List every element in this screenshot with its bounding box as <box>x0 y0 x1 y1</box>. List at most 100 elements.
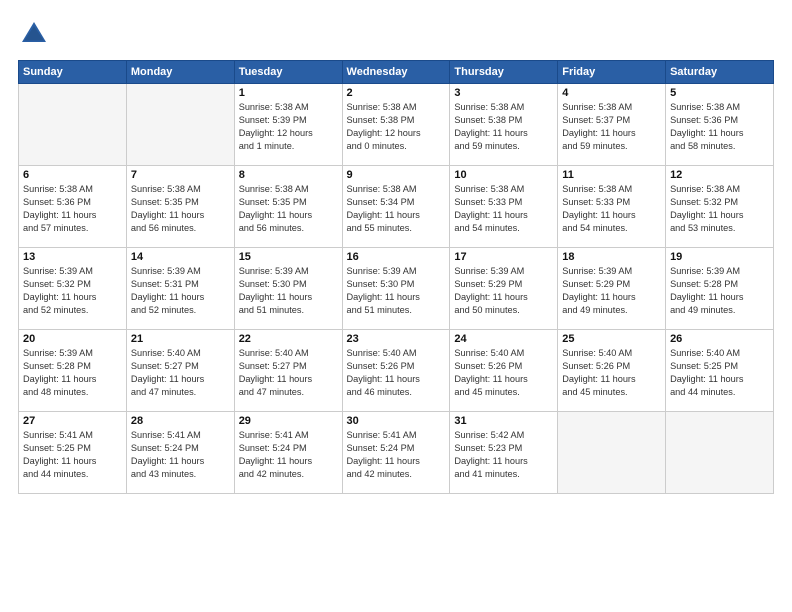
day-number: 24 <box>454 333 553 345</box>
day-info: Sunrise: 5:41 AMSunset: 5:24 PMDaylight:… <box>239 429 338 481</box>
day-info: Sunrise: 5:40 AMSunset: 5:27 PMDaylight:… <box>239 347 338 399</box>
calendar-cell: 12 Sunrise: 5:38 AMSunset: 5:32 PMDayligh… <box>666 166 774 248</box>
day-number: 3 <box>454 87 553 99</box>
day-info: Sunrise: 5:39 AMSunset: 5:29 PMDaylight:… <box>454 265 553 317</box>
calendar-cell: 8 Sunrise: 5:38 AMSunset: 5:35 PMDaylight… <box>234 166 342 248</box>
day-number: 12 <box>670 169 769 181</box>
day-number: 6 <box>23 169 122 181</box>
day-info: Sunrise: 5:38 AMSunset: 5:34 PMDaylight:… <box>347 183 446 235</box>
day-info: Sunrise: 5:39 AMSunset: 5:32 PMDaylight:… <box>23 265 122 317</box>
header <box>18 18 774 50</box>
day-info: Sunrise: 5:40 AMSunset: 5:26 PMDaylight:… <box>562 347 661 399</box>
calendar-cell: 11 Sunrise: 5:38 AMSunset: 5:33 PMDayligh… <box>558 166 666 248</box>
calendar-cell <box>558 412 666 494</box>
day-number: 4 <box>562 87 661 99</box>
day-info: Sunrise: 5:39 AMSunset: 5:30 PMDaylight:… <box>239 265 338 317</box>
calendar-cell: 9Sunrise: 5:38 AMSunset: 5:34 PMDaylight… <box>342 166 450 248</box>
day-info: Sunrise: 5:38 AMSunset: 5:33 PMDaylight:… <box>562 183 661 235</box>
day-info: Sunrise: 5:38 AMSunset: 5:36 PMDaylight:… <box>23 183 122 235</box>
calendar-cell: 17 Sunrise: 5:39 AMSunset: 5:29 PMDayligh… <box>450 248 558 330</box>
weekday-header-saturday: Saturday <box>666 61 774 84</box>
day-number: 18 <box>562 251 661 263</box>
weekday-header-friday: Friday <box>558 61 666 84</box>
day-info: Sunrise: 5:38 AMSunset: 5:32 PMDaylight:… <box>670 183 769 235</box>
calendar-cell: 5 Sunrise: 5:38 AMSunset: 5:36 PMDaylight… <box>666 84 774 166</box>
day-info: Sunrise: 5:42 AMSunset: 5:23 PMDaylight:… <box>454 429 553 481</box>
day-info: Sunrise: 5:40 AMSunset: 5:26 PMDaylight:… <box>454 347 553 399</box>
day-number: 23 <box>347 333 446 345</box>
calendar-cell: 4 Sunrise: 5:38 AMSunset: 5:37 PMDaylight… <box>558 84 666 166</box>
day-number: 28 <box>131 415 230 427</box>
calendar-cell: 14 Sunrise: 5:39 AMSunset: 5:31 PMDayligh… <box>126 248 234 330</box>
day-info: Sunrise: 5:38 AMSunset: 5:35 PMDaylight:… <box>131 183 230 235</box>
day-number: 30 <box>347 415 446 427</box>
day-info: Sunrise: 5:38 AMSunset: 5:38 PMDaylight:… <box>454 101 553 153</box>
day-number: 22 <box>239 333 338 345</box>
week-row-2: 6 Sunrise: 5:38 AMSunset: 5:36 PMDaylight… <box>19 166 774 248</box>
logo-icon <box>18 18 50 50</box>
calendar-cell <box>126 84 234 166</box>
calendar-cell: 2Sunrise: 5:38 AMSunset: 5:38 PMDaylight… <box>342 84 450 166</box>
day-number: 5 <box>670 87 769 99</box>
calendar-cell: 27Sunrise: 5:41 AMSunset: 5:25 PMDayligh… <box>19 412 127 494</box>
week-row-3: 13Sunrise: 5:39 AMSunset: 5:32 PMDayligh… <box>19 248 774 330</box>
day-number: 11 <box>562 169 661 181</box>
calendar-cell: 23 Sunrise: 5:40 AMSunset: 5:26 PMDayligh… <box>342 330 450 412</box>
page: SundayMondayTuesdayWednesdayThursdayFrid… <box>0 0 792 612</box>
day-info: Sunrise: 5:41 AMSunset: 5:25 PMDaylight:… <box>23 429 122 481</box>
weekday-header-wednesday: Wednesday <box>342 61 450 84</box>
calendar-cell <box>666 412 774 494</box>
calendar-cell: 13Sunrise: 5:39 AMSunset: 5:32 PMDayligh… <box>19 248 127 330</box>
calendar-cell: 19 Sunrise: 5:39 AMSunset: 5:28 PMDayligh… <box>666 248 774 330</box>
weekday-header-thursday: Thursday <box>450 61 558 84</box>
calendar-cell: 6 Sunrise: 5:38 AMSunset: 5:36 PMDaylight… <box>19 166 127 248</box>
weekday-header-tuesday: Tuesday <box>234 61 342 84</box>
calendar-cell: 31 Sunrise: 5:42 AMSunset: 5:23 PMDayligh… <box>450 412 558 494</box>
day-number: 8 <box>239 169 338 181</box>
calendar-cell: 28 Sunrise: 5:41 AMSunset: 5:24 PMDayligh… <box>126 412 234 494</box>
week-row-4: 20Sunrise: 5:39 AMSunset: 5:28 PMDayligh… <box>19 330 774 412</box>
day-info: Sunrise: 5:40 AMSunset: 5:27 PMDaylight:… <box>131 347 230 399</box>
calendar-cell: 24 Sunrise: 5:40 AMSunset: 5:26 PMDayligh… <box>450 330 558 412</box>
day-info: Sunrise: 5:38 AMSunset: 5:39 PMDaylight:… <box>239 101 338 153</box>
day-info: Sunrise: 5:40 AMSunset: 5:26 PMDaylight:… <box>347 347 446 399</box>
day-number: 20 <box>23 333 122 345</box>
day-number: 31 <box>454 415 553 427</box>
day-number: 19 <box>670 251 769 263</box>
day-info: Sunrise: 5:39 AMSunset: 5:28 PMDaylight:… <box>670 265 769 317</box>
day-info: Sunrise: 5:38 AMSunset: 5:37 PMDaylight:… <box>562 101 661 153</box>
calendar-cell: 1Sunrise: 5:38 AMSunset: 5:39 PMDaylight… <box>234 84 342 166</box>
day-info: Sunrise: 5:38 AMSunset: 5:38 PMDaylight:… <box>347 101 446 153</box>
day-info: Sunrise: 5:41 AMSunset: 5:24 PMDaylight:… <box>347 429 446 481</box>
calendar-cell: 25 Sunrise: 5:40 AMSunset: 5:26 PMDayligh… <box>558 330 666 412</box>
day-info: Sunrise: 5:38 AMSunset: 5:36 PMDaylight:… <box>670 101 769 153</box>
calendar-cell: 29Sunrise: 5:41 AMSunset: 5:24 PMDayligh… <box>234 412 342 494</box>
weekday-header-sunday: Sunday <box>19 61 127 84</box>
day-info: Sunrise: 5:39 AMSunset: 5:30 PMDaylight:… <box>347 265 446 317</box>
calendar-cell: 26Sunrise: 5:40 AMSunset: 5:25 PMDayligh… <box>666 330 774 412</box>
week-row-1: 1Sunrise: 5:38 AMSunset: 5:39 PMDaylight… <box>19 84 774 166</box>
calendar-cell: 16 Sunrise: 5:39 AMSunset: 5:30 PMDayligh… <box>342 248 450 330</box>
calendar-cell: 7 Sunrise: 5:38 AMSunset: 5:35 PMDaylight… <box>126 166 234 248</box>
day-number: 25 <box>562 333 661 345</box>
day-number: 7 <box>131 169 230 181</box>
week-row-5: 27Sunrise: 5:41 AMSunset: 5:25 PMDayligh… <box>19 412 774 494</box>
day-info: Sunrise: 5:39 AMSunset: 5:31 PMDaylight:… <box>131 265 230 317</box>
calendar-cell <box>19 84 127 166</box>
day-number: 16 <box>347 251 446 263</box>
calendar-cell: 3 Sunrise: 5:38 AMSunset: 5:38 PMDaylight… <box>450 84 558 166</box>
day-number: 17 <box>454 251 553 263</box>
day-info: Sunrise: 5:41 AMSunset: 5:24 PMDaylight:… <box>131 429 230 481</box>
logo <box>18 18 54 50</box>
day-number: 14 <box>131 251 230 263</box>
weekday-header-row: SundayMondayTuesdayWednesdayThursdayFrid… <box>19 61 774 84</box>
calendar-cell: 10Sunrise: 5:38 AMSunset: 5:33 PMDayligh… <box>450 166 558 248</box>
calendar-cell: 20Sunrise: 5:39 AMSunset: 5:28 PMDayligh… <box>19 330 127 412</box>
calendar-table: SundayMondayTuesdayWednesdayThursdayFrid… <box>18 60 774 494</box>
day-number: 15 <box>239 251 338 263</box>
day-info: Sunrise: 5:39 AMSunset: 5:29 PMDaylight:… <box>562 265 661 317</box>
day-info: Sunrise: 5:38 AMSunset: 5:35 PMDaylight:… <box>239 183 338 235</box>
calendar-cell: 30 Sunrise: 5:41 AMSunset: 5:24 PMDayligh… <box>342 412 450 494</box>
weekday-header-monday: Monday <box>126 61 234 84</box>
day-number: 21 <box>131 333 230 345</box>
